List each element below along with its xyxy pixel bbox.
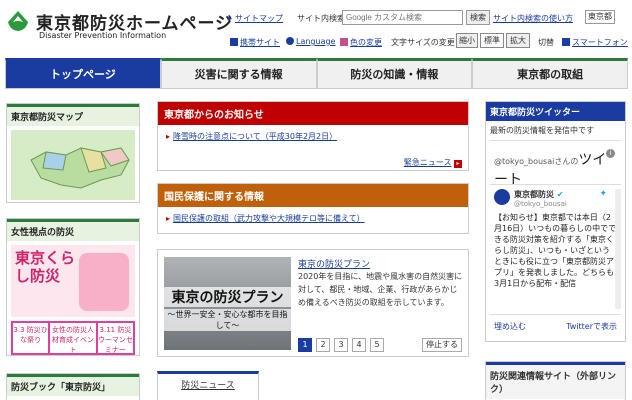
- avatar: [494, 189, 510, 205]
- switch-label: 切替: [538, 38, 554, 47]
- smartphone-icon: [562, 38, 570, 46]
- nav-disaster-info[interactable]: 災害に関する情報: [160, 58, 317, 89]
- civil-notice-title: 国民保護に関する情報: [158, 184, 468, 207]
- view-on-twitter-link[interactable]: Twitterで表示: [566, 321, 617, 332]
- search-label: サイト内検索: [297, 14, 345, 23]
- twitter-box: 東京都防災ツイッター 最新の防災情報を発信中です @tokyo_bousaiさん…: [485, 101, 626, 342]
- plan-image-title: 東京の防災プラン: [164, 287, 291, 307]
- tokyo-logo-icon[interactable]: [6, 10, 30, 32]
- map-box: 東京都防災マップ: [6, 103, 140, 203]
- page-button[interactable]: 2: [316, 338, 330, 352]
- info-icon[interactable]: i: [606, 149, 615, 158]
- women-box: 女性視点の防災 東京くらし防災 3.3 防災ひな祭り 女性の防災人材育成イベント…: [6, 218, 140, 356]
- tokyo-notice-box: 東京都からのお知らせ ▸ 降雪時の注意点について（平成30年2月2日） 緊急ニュー…: [157, 101, 469, 171]
- mobile-link[interactable]: 携帯サイト: [230, 37, 280, 48]
- tokyo-notice-title: 東京都からのお知らせ: [158, 102, 468, 125]
- nav-knowledge[interactable]: 防災の知識・情報: [316, 58, 473, 89]
- twitter-title: 東京都防災ツイッター: [486, 102, 625, 121]
- twitter-footer: 埋め込む Twitterで表示: [490, 314, 621, 338]
- verified-icon: ✔: [556, 190, 564, 199]
- twitter-description: 最新の防災情報を発信中です: [490, 126, 594, 135]
- links-title: 防災関連情報サイト（外部リンク）: [486, 362, 625, 399]
- fontsize-small-button[interactable]: 縮小: [456, 33, 478, 48]
- tweet-text: 【お知らせ】東京都では本日（2月16日）いつもの暮らしの中でできる防災対策を紹介…: [494, 213, 617, 288]
- women-banner-title: 東京くらし防災: [15, 249, 76, 285]
- carousel-stop-button[interactable]: 停止する: [422, 338, 462, 352]
- global-nav: トップページ 災害に関する情報 防災の知識・情報 東京都の取組: [5, 58, 628, 89]
- tokyo-notice-item[interactable]: ▸ 降雪時の注意点について（平成30年2月2日）: [158, 125, 468, 148]
- page-button[interactable]: 1: [298, 338, 312, 352]
- site-header: 東京都防災ホームページ Disaster Prevention Informat…: [0, 0, 632, 58]
- tweet-account-handle: @tokyo_bousai: [514, 200, 567, 208]
- plan-image[interactable]: 東京の防災プラン 〜世界一安全・安心な都市を目指して〜: [164, 257, 291, 350]
- civil-notice-box: 国民保護に関する情報 ▸ 国民保護の取組（武力攻撃や大規模テロ等に備えて）: [157, 183, 469, 234]
- map-title: 東京都防災マップ: [7, 104, 139, 126]
- twitter-handle-line: @tokyo_bousaiさんの: [494, 157, 579, 166]
- language-link[interactable]: Language: [286, 37, 335, 46]
- search-help-link[interactable]: サイト内検索の使い方: [493, 13, 573, 24]
- search-button[interactable]: 検索: [466, 10, 490, 25]
- plan-description: 2020年を目指に、地震や風水害の自然災害に対して、都民・地域、企業、行政があら…: [298, 272, 463, 307]
- color-change-link[interactable]: 色の変更: [340, 37, 382, 48]
- arrow-right-icon: ▸: [454, 160, 462, 168]
- smartphone-link[interactable]: スマートフォン: [562, 37, 628, 48]
- globe-icon: [286, 37, 294, 45]
- site-subtitle: Disaster Prevention Information: [39, 31, 167, 40]
- civil-notice-item[interactable]: ▸ 国民保護の取組（武力攻撃や大規模テロ等に備えて）: [158, 207, 468, 230]
- tweet-account-name: 東京都防災: [514, 190, 554, 199]
- fontsize-large-button[interactable]: 拡大: [506, 33, 530, 48]
- event-training: 女性の防災人材育成イベント: [50, 323, 96, 353]
- event-seminar: 3.11 防災ウーマンセミナー: [97, 323, 134, 353]
- search-input[interactable]: [342, 10, 463, 25]
- nav-tokyo-efforts[interactable]: 東京都の取組: [472, 58, 628, 89]
- plan-image-subtitle: 〜世界一安全・安心な都市を目指して〜: [164, 309, 291, 331]
- twitter-bird-icon: ✦: [599, 189, 607, 199]
- women-banner[interactable]: 東京くらし防災: [11, 245, 135, 317]
- tweet-account[interactable]: 東京都防災 ✔ @tokyo_bousai ✦: [494, 189, 617, 208]
- embed-link[interactable]: 埋め込む: [494, 321, 526, 332]
- fontsize-label: 文字サイズの変更: [391, 38, 455, 47]
- plan-heading-link[interactable]: 東京の防災プラン: [298, 257, 370, 270]
- tab-bosai-news[interactable]: 防災ニュース: [157, 371, 259, 400]
- tokyo-link[interactable]: 東京都: [585, 10, 615, 24]
- links-box: 防災関連情報サイト（外部リンク）: [485, 361, 626, 400]
- book-title[interactable]: 防災ブック「東京防災」: [7, 374, 139, 396]
- plan-carousel: 東京の防災プラン 〜世界一安全・安心な都市を目指して〜 東京の防災プラン 202…: [157, 249, 469, 357]
- urgent-news-link[interactable]: 緊急ニュース ▸: [404, 157, 462, 168]
- women-title: 女性視点の防災: [7, 219, 139, 241]
- event-hinamatsuri: 3.3 防災ひな祭り: [13, 323, 49, 353]
- sitemap-link[interactable]: ▸ サイトマップ: [228, 13, 283, 24]
- page-button[interactable]: 5: [370, 338, 384, 352]
- palette-icon: [340, 38, 348, 46]
- map-icon: [30, 147, 130, 189]
- book-box: 防災ブック「東京防災」: [6, 373, 140, 400]
- women-events[interactable]: 3.3 防災ひな祭り 女性の防災人材育成イベント 3.11 防災ウーマンセミナー: [11, 321, 135, 355]
- carousel-pager: 1 2 3 4 5: [298, 338, 388, 352]
- page-button[interactable]: 4: [352, 338, 366, 352]
- illustration-icon: [79, 253, 129, 311]
- tweet-scrollbar[interactable]: [615, 189, 621, 309]
- tokyo-map-image[interactable]: [11, 130, 135, 200]
- fontsize-normal-button[interactable]: 標準: [480, 33, 504, 48]
- nav-top-page[interactable]: トップページ: [5, 58, 161, 89]
- twitter-header: @tokyo_bousaiさんのツイート i: [490, 140, 621, 188]
- mobile-icon: [230, 38, 238, 46]
- page-button[interactable]: 3: [334, 338, 348, 352]
- tweet-item: 東京都防災 ✔ @tokyo_bousai ✦ 【お知らせ】東京都では本日（2月…: [490, 184, 621, 314]
